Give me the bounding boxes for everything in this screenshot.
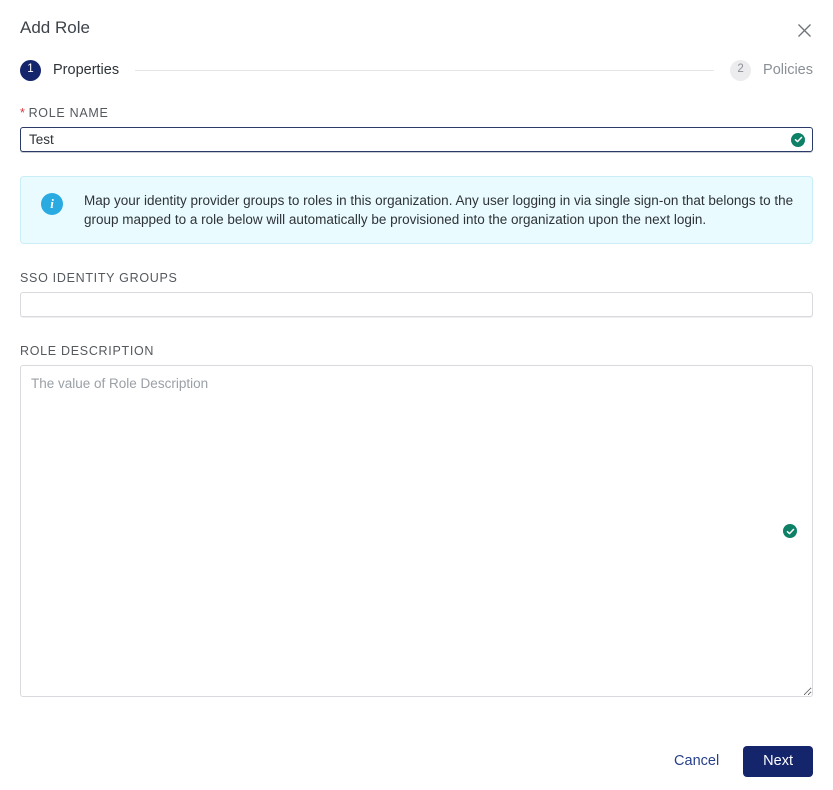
role-description-label: ROLE DESCRIPTION: [20, 344, 155, 358]
step-properties[interactable]: 1 Properties: [20, 59, 120, 81]
info-circle-icon: i: [41, 193, 63, 215]
dialog-header: Add Role: [20, 0, 813, 43]
step-connector: [135, 69, 715, 71]
role-description-field-wrap: [20, 365, 813, 697]
step-badge-2: 2: [730, 59, 752, 81]
step-badge-1: 1: [20, 59, 41, 81]
next-button[interactable]: Next: [743, 745, 813, 777]
stepper: 1 Properties 2 Policies: [20, 56, 813, 84]
cancel-button[interactable]: Cancel: [664, 745, 729, 777]
step-label-properties: Properties: [53, 62, 120, 78]
sso-identity-groups-input[interactable]: [20, 292, 813, 317]
role-description-textarea[interactable]: [20, 365, 813, 697]
info-banner: i Map your identity provider groups to r…: [20, 176, 813, 244]
role-name-input[interactable]: [20, 127, 813, 152]
role-name-label-text: ROLE NAME: [28, 106, 109, 120]
page-title: Add Role: [20, 18, 90, 37]
sso-identity-groups-label: SSO IDENTITY GROUPS: [20, 271, 178, 285]
sso-identity-groups-field-wrap: [20, 292, 813, 317]
close-icon[interactable]: [791, 17, 817, 43]
step-policies[interactable]: 2 Policies: [730, 59, 813, 81]
required-asterisk: *: [20, 106, 26, 120]
step-label-policies: Policies: [763, 62, 813, 78]
info-banner-text: Map your identity provider groups to rol…: [84, 193, 794, 227]
dialog-footer: Cancel Next: [20, 745, 813, 790]
role-name-field-wrap: [20, 127, 813, 152]
role-name-label: * ROLE NAME: [20, 106, 813, 120]
add-role-dialog: Add Role 1 Properties 2 Policies * ROLE N…: [0, 0, 833, 790]
